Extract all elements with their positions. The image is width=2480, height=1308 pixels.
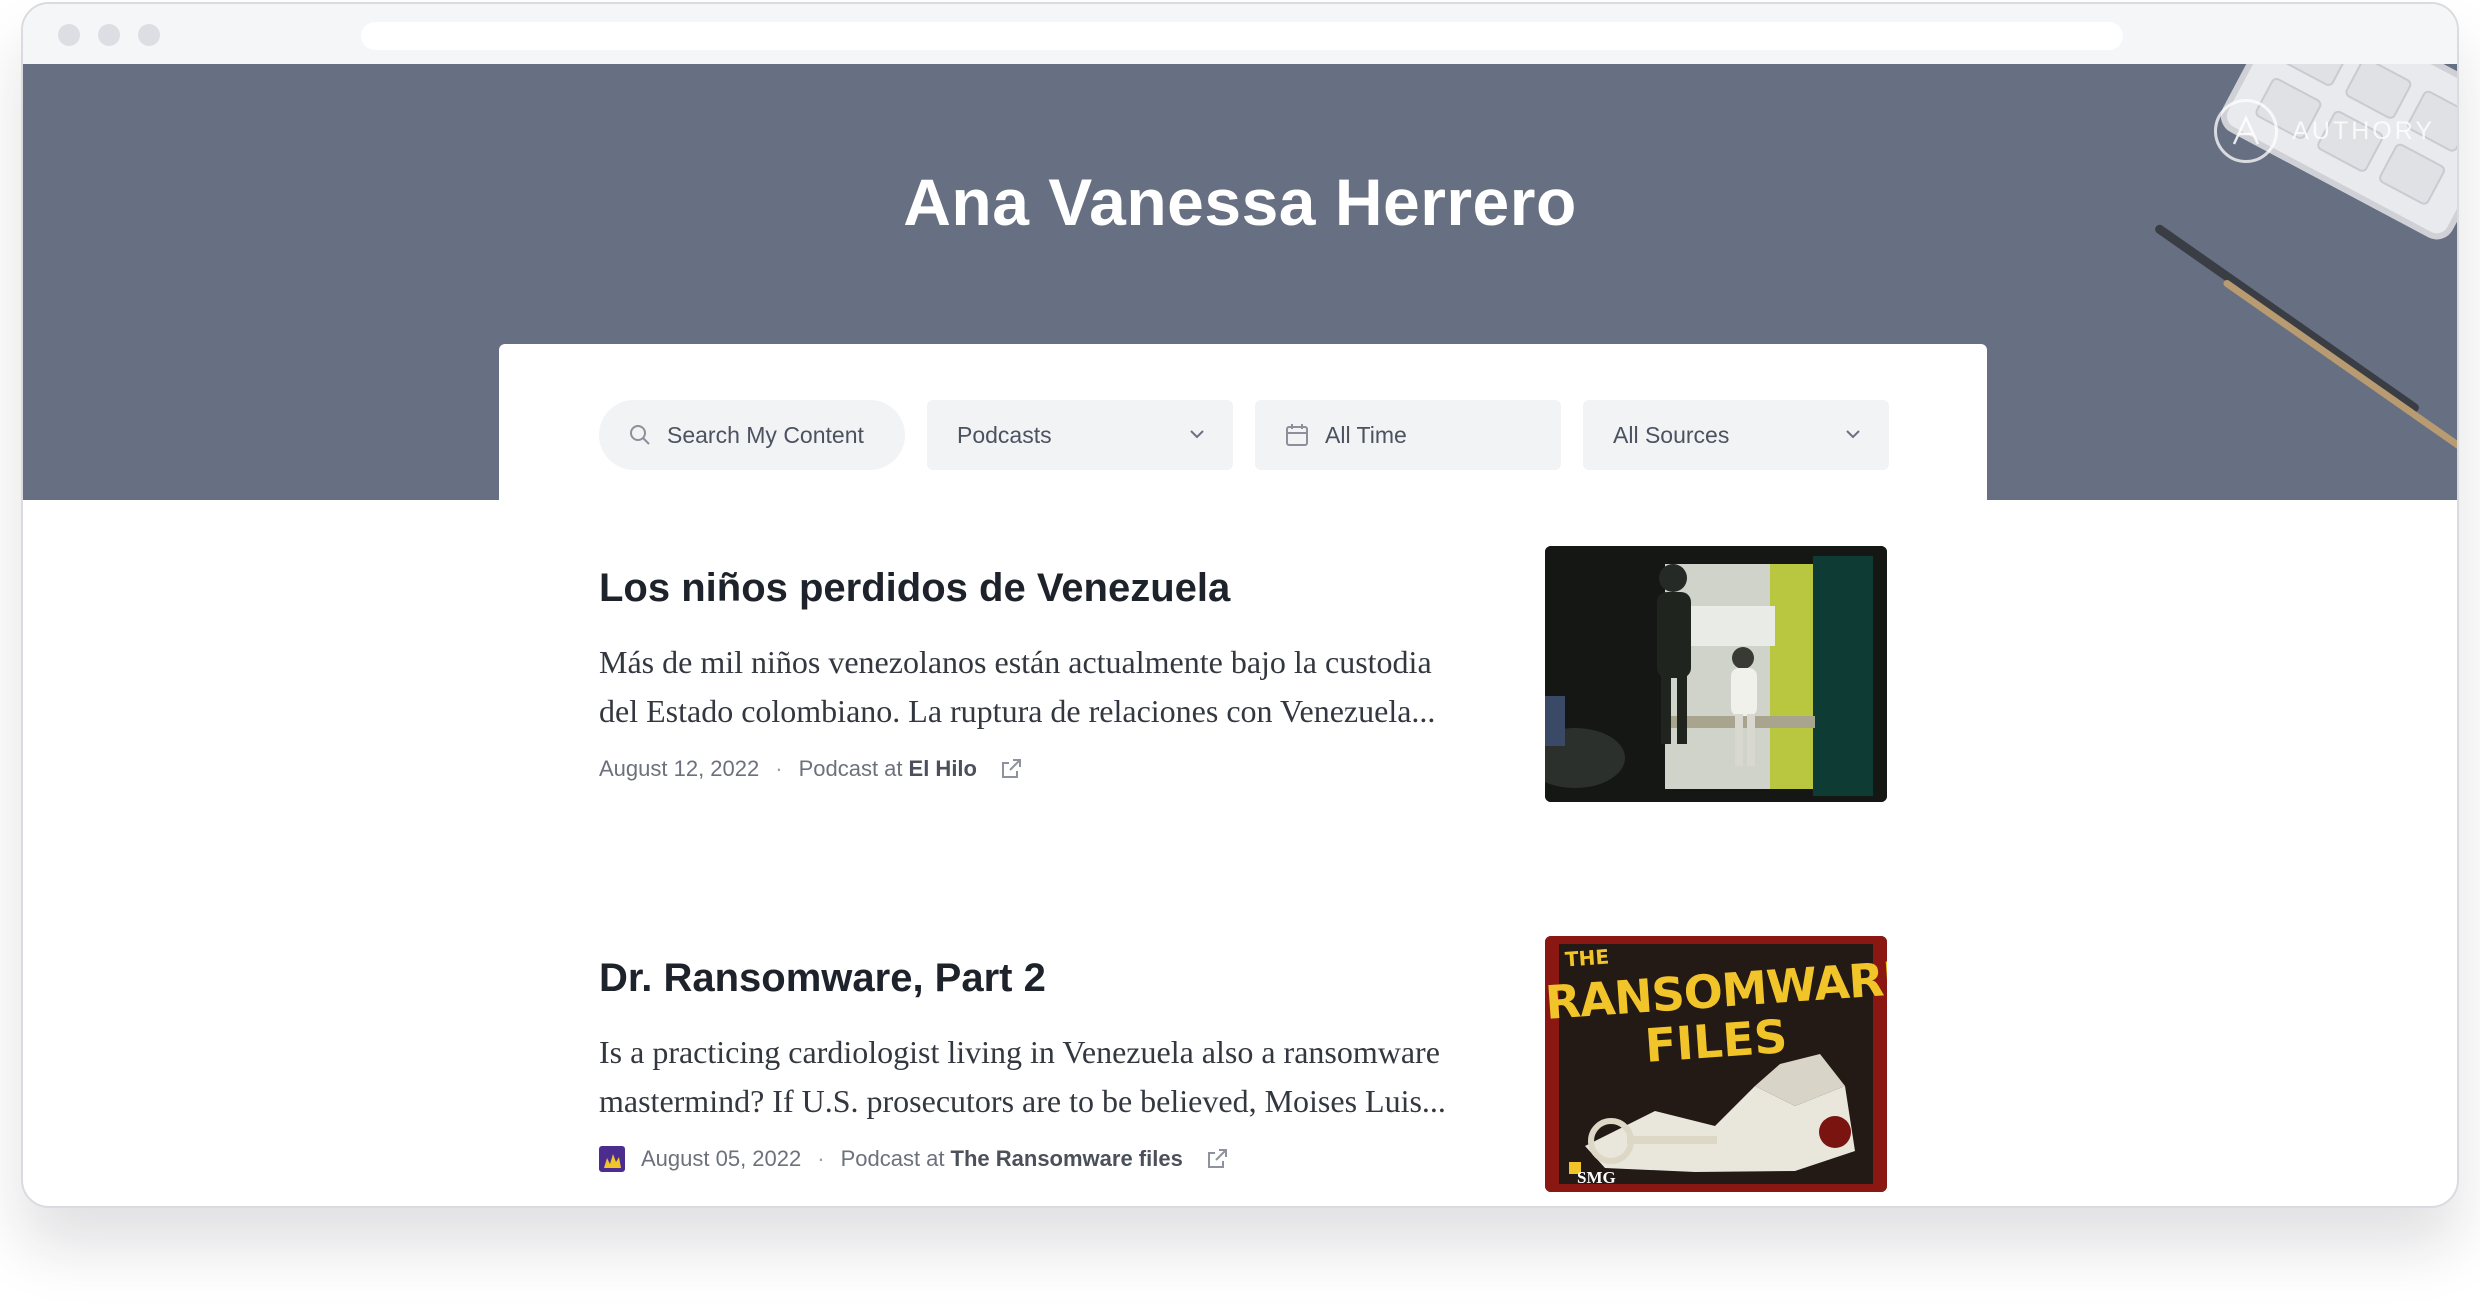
content-excerpt: Más de mil niños venezolanos están actua… xyxy=(599,638,1509,736)
search-icon xyxy=(629,424,651,446)
content-meta: August 05, 2022 · Podcast at The Ransomw… xyxy=(599,1142,1229,1176)
pen-decoration xyxy=(2222,278,2457,457)
authory-logo[interactable]: AUTHORY xyxy=(2214,96,2435,166)
window-close-dot[interactable] xyxy=(58,24,80,46)
date-range-picker[interactable]: All Time xyxy=(1255,400,1561,470)
address-bar[interactable] xyxy=(361,22,2123,50)
content-title[interactable]: Los niños perdidos de Venezuela xyxy=(599,566,1499,611)
window-maximize-dot[interactable] xyxy=(138,24,160,46)
source-name[interactable]: The Ransomware files xyxy=(951,1146,1183,1172)
search-placeholder: Search My Content xyxy=(667,421,864,448)
cover-publisher-badge: SMG xyxy=(1577,1168,1616,1187)
cover-title-small: THE xyxy=(1564,944,1610,972)
publish-date: August 05, 2022 xyxy=(641,1146,802,1171)
browser-window: AUTHORY Ana Vanessa Herrero Search My Co… xyxy=(21,2,2459,1208)
authory-logo-text: AUTHORY xyxy=(2292,116,2435,145)
source-name[interactable]: El Hilo xyxy=(909,756,977,782)
content-type-value: Podcasts xyxy=(957,421,1052,448)
content-type-dropdown[interactable]: Podcasts xyxy=(927,400,1233,470)
chevron-down-icon xyxy=(1187,424,1207,444)
keyboard-key xyxy=(2281,64,2352,89)
content-panel: Search My Content Podcasts All Time All … xyxy=(499,344,1987,1206)
profile-name: Ana Vanessa Herrero xyxy=(903,165,1577,239)
authory-logo-icon xyxy=(2214,99,2279,163)
excerpt-line: del Estado colombiano. La ruptura de rel… xyxy=(599,693,1436,729)
chevron-down-icon xyxy=(1843,424,1863,444)
publish-date: August 12, 2022 xyxy=(599,756,760,781)
content-excerpt: Is a practicing cardiologist living in V… xyxy=(599,1028,1509,1126)
filter-bar: Search My Content Podcasts All Time All … xyxy=(599,400,1889,470)
date-range-value: All Time xyxy=(1325,421,1407,448)
content-thumbnail[interactable] xyxy=(1545,546,1887,802)
sources-dropdown[interactable]: All Sources xyxy=(1583,400,1889,470)
excerpt-line: Más de mil niños venezolanos están actua… xyxy=(599,644,1432,680)
external-link-icon[interactable] xyxy=(999,757,1023,781)
content-thumbnail[interactable]: THE RANSOMWARE FILES SMG xyxy=(1545,936,1887,1192)
source-favicon-icon xyxy=(599,1146,625,1172)
excerpt-line: Is a practicing cardiologist living in V… xyxy=(599,1034,1440,1070)
content-type-label: Podcast at xyxy=(798,756,903,781)
pen-decoration xyxy=(2153,223,2421,414)
search-input[interactable]: Search My Content xyxy=(599,400,905,470)
window-minimize-dot[interactable] xyxy=(98,24,120,46)
content-type-label: Podcast at xyxy=(840,1146,945,1171)
content-meta: August 12, 2022 · Podcast at El Hilo xyxy=(599,752,1023,786)
external-link-icon[interactable] xyxy=(1205,1147,1229,1171)
meta-separator: · xyxy=(775,756,783,781)
browser-chrome xyxy=(23,4,2457,64)
calendar-icon xyxy=(1285,423,1309,447)
excerpt-line: mastermind? If U.S. prosecutors are to b… xyxy=(599,1083,1446,1119)
content-title[interactable]: Dr. Ransomware, Part 2 xyxy=(599,956,1499,1001)
sources-value: All Sources xyxy=(1613,421,1730,448)
meta-separator: · xyxy=(817,1146,825,1171)
